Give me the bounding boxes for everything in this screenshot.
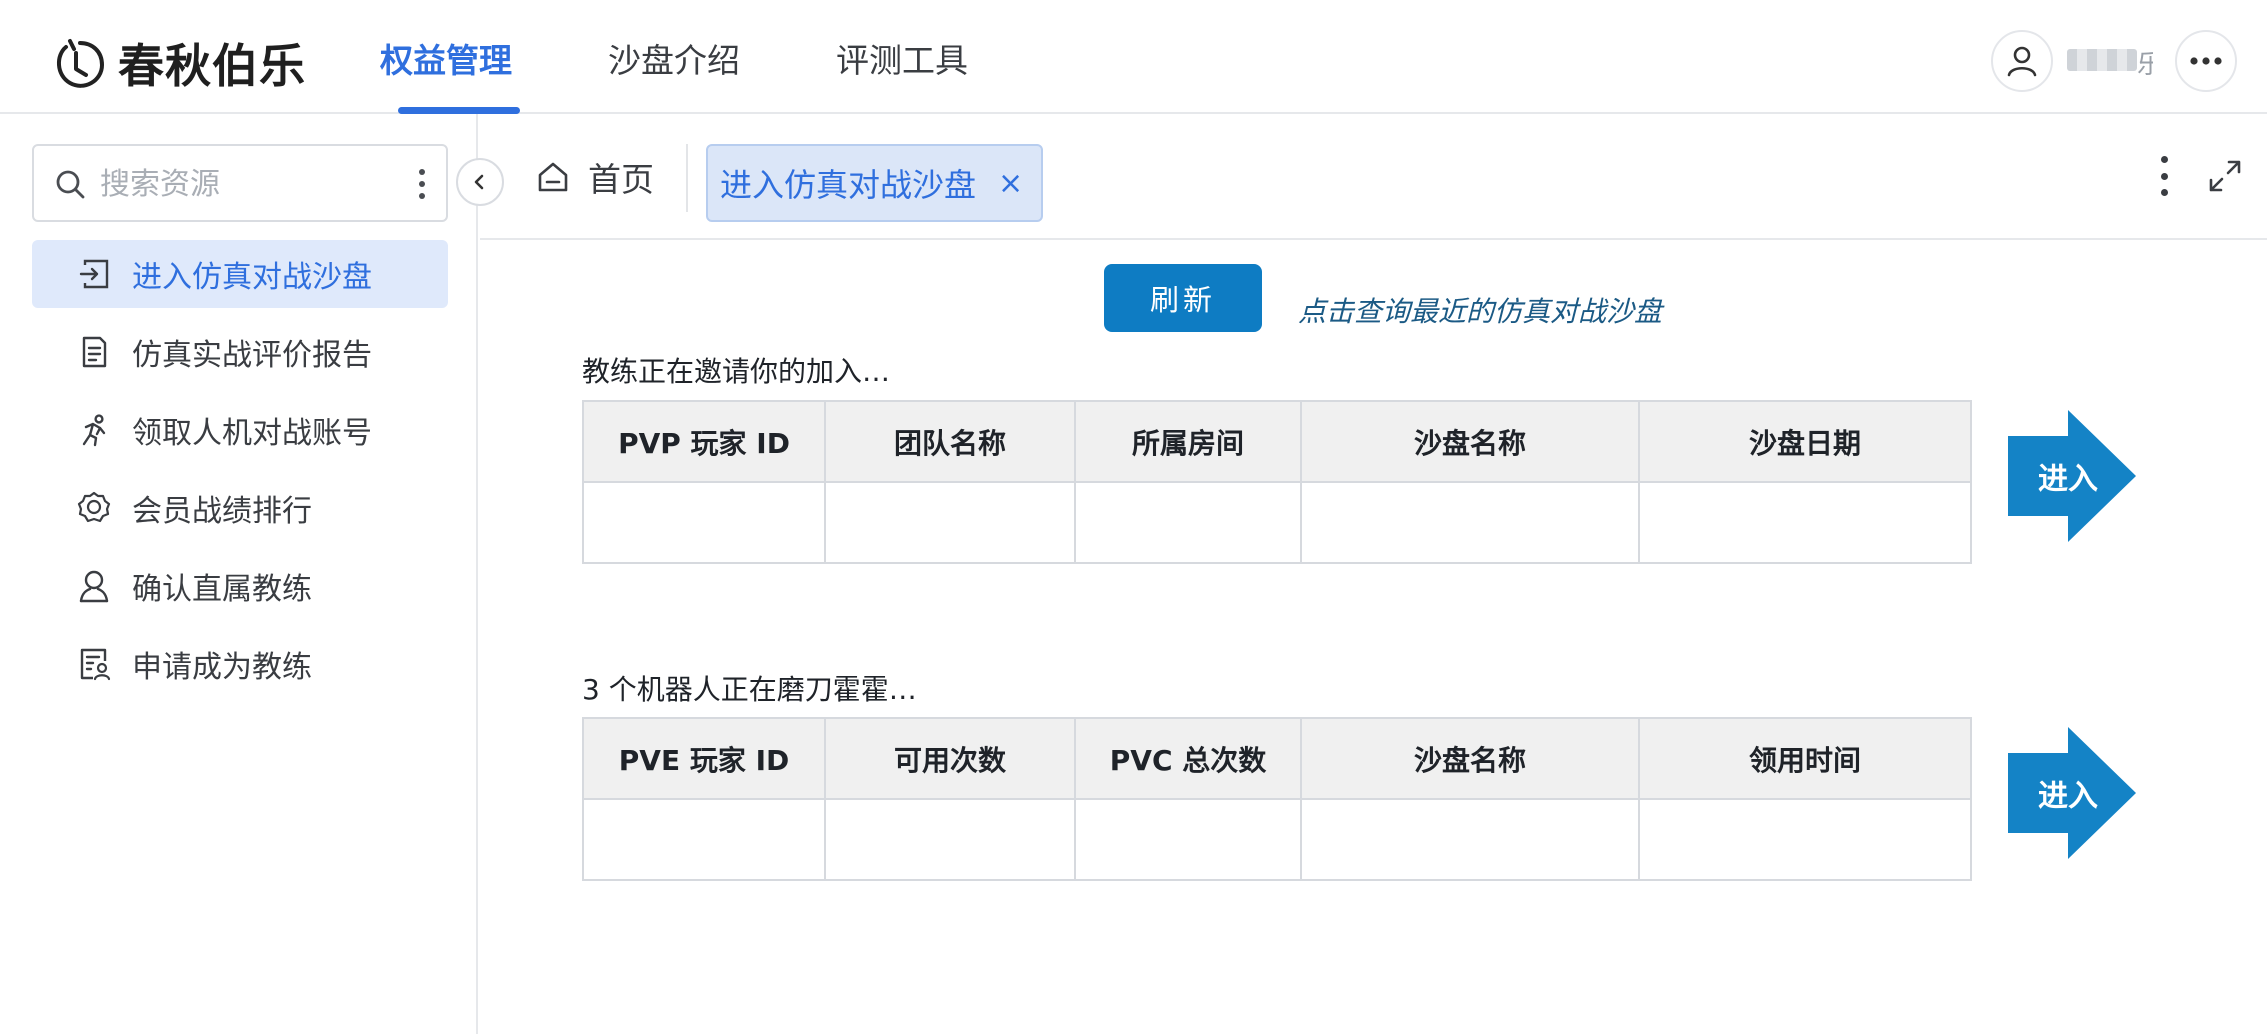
tab-label: 进入仿真对战沙盘 bbox=[720, 166, 977, 204]
collapse-sidebar-button[interactable] bbox=[456, 158, 504, 206]
fullscreen-icon[interactable] bbox=[2207, 158, 2243, 194]
top-bar: 春秋伯乐 权益管理 沙盘介绍 评测工具 乐 bbox=[0, 0, 2267, 114]
tab-enter-sandbox[interactable]: 进入仿真对战沙盘 × bbox=[706, 144, 1044, 222]
report-icon bbox=[76, 334, 112, 370]
chevron-left-icon bbox=[474, 174, 484, 190]
username-tail: 乐 bbox=[2137, 50, 2153, 76]
nav-item-sandbox-intro[interactable]: 沙盘介绍 bbox=[608, 0, 740, 114]
close-tab-icon[interactable]: × bbox=[998, 166, 1023, 201]
search-icon bbox=[56, 170, 85, 199]
column-header[interactable]: 团队名称 bbox=[824, 400, 1076, 483]
tab-home-label: 首页 bbox=[588, 160, 654, 199]
sidebar-item-label: 进入仿真对战沙盘 bbox=[132, 260, 372, 295]
sidebar-item-enter-sandbox[interactable]: 进入仿真对战沙盘 bbox=[32, 240, 448, 308]
sidebar-item-eval-report[interactable]: 仿真实战评价报告 bbox=[32, 318, 448, 386]
column-header[interactable]: 沙盘名称 bbox=[1300, 717, 1640, 800]
table-header-row: PVE 玩家 ID 可用次数 PVC 总次数 沙盘名称 领用时间 bbox=[582, 717, 1972, 800]
main-nav: 权益管理 沙盘介绍 评测工具 bbox=[380, 0, 1064, 114]
search-options-icon[interactable] bbox=[412, 162, 432, 206]
section-title-robots: 3 个机器人正在磨刀霍霍… bbox=[582, 673, 917, 706]
column-header[interactable]: PVE 玩家 ID bbox=[582, 717, 826, 800]
column-header[interactable]: 沙盘名称 bbox=[1300, 400, 1640, 483]
logo-text: 春秋伯乐 bbox=[118, 39, 306, 93]
sidebar-item-label: 仿真实战评价报告 bbox=[132, 338, 372, 373]
username[interactable]: 乐 bbox=[2067, 44, 2153, 76]
runner-icon bbox=[76, 412, 112, 448]
username-redacted bbox=[2067, 49, 2137, 71]
table-row[interactable] bbox=[582, 798, 1972, 881]
more-horizontal-icon bbox=[2190, 57, 2222, 65]
sidebar-menu: 进入仿真对战沙盘 仿真实战评价报告 领取人机对战账号 会员战绩排行 确认直属教练 bbox=[32, 240, 448, 708]
tab-more-icon[interactable] bbox=[2159, 156, 2169, 196]
enter-label: 进入 bbox=[2038, 779, 2098, 814]
nav-item-benefits[interactable]: 权益管理 bbox=[380, 0, 520, 114]
enter-pve-button[interactable]: 进入 bbox=[2008, 727, 2138, 859]
user-icon bbox=[76, 568, 112, 604]
column-header[interactable]: 领用时间 bbox=[1638, 717, 1972, 800]
enter-label: 进入 bbox=[2038, 462, 2098, 497]
enter-icon bbox=[76, 256, 112, 292]
sidebar-item-label: 申请成为教练 bbox=[132, 650, 312, 685]
tab-tools bbox=[2159, 156, 2243, 196]
robot-accounts-table: PVE 玩家 ID 可用次数 PVC 总次数 沙盘名称 领用时间 bbox=[582, 717, 1972, 881]
tab-home[interactable]: 首页 bbox=[536, 146, 654, 208]
search-input[interactable] bbox=[100, 162, 400, 206]
nav-item-eval-tools[interactable]: 评测工具 bbox=[836, 0, 968, 114]
sidebar-item-label: 确认直属教练 bbox=[132, 572, 312, 607]
sidebar-item-label: 领取人机对战账号 bbox=[132, 416, 372, 451]
table-cell bbox=[1638, 798, 1972, 881]
user-icon bbox=[2007, 46, 2037, 77]
table-cell bbox=[824, 798, 1076, 881]
tab-divider bbox=[686, 144, 688, 212]
table-header-row: PVP 玩家 ID 团队名称 所属房间 沙盘名称 沙盘日期 bbox=[582, 400, 1972, 483]
column-header[interactable]: 可用次数 bbox=[824, 717, 1076, 800]
table-cell bbox=[1638, 481, 1972, 564]
sidebar-item-confirm-coach[interactable]: 确认直属教练 bbox=[32, 552, 448, 620]
sidebar-item-ranking[interactable]: 会员战绩排行 bbox=[32, 474, 448, 542]
more-menu-button[interactable] bbox=[2175, 30, 2237, 92]
coach-invites-table: PVP 玩家 ID 团队名称 所属房间 沙盘名称 沙盘日期 bbox=[582, 400, 1972, 564]
search-box bbox=[32, 144, 448, 222]
table-row[interactable] bbox=[582, 481, 1972, 564]
sidebar: 进入仿真对战沙盘 仿真实战评价报告 领取人机对战账号 会员战绩排行 确认直属教练 bbox=[0, 114, 504, 1034]
refresh-button[interactable]: 刷新 bbox=[1104, 264, 1262, 332]
refresh-hint: 点击查询最近的仿真对战沙盘 bbox=[1298, 295, 1663, 328]
section-title-coach-invites: 教练正在邀请你的加入… bbox=[582, 355, 891, 388]
table-cell bbox=[1074, 481, 1302, 564]
table-cell bbox=[582, 798, 826, 881]
sidebar-item-claim-account[interactable]: 领取人机对战账号 bbox=[32, 396, 448, 464]
home-icon bbox=[538, 162, 568, 192]
table-cell bbox=[824, 481, 1076, 564]
column-header[interactable]: PVC 总次数 bbox=[1074, 717, 1302, 800]
apply-icon bbox=[76, 646, 112, 682]
logo-mark-icon bbox=[57, 39, 105, 88]
table-cell bbox=[1074, 798, 1302, 881]
sidebar-item-label: 会员战绩排行 bbox=[132, 494, 312, 529]
column-header[interactable]: PVP 玩家 ID bbox=[582, 400, 826, 483]
table-cell bbox=[1300, 481, 1640, 564]
table-cell bbox=[1300, 798, 1640, 881]
column-header[interactable]: 所属房间 bbox=[1074, 400, 1302, 483]
tab-bar: 首页 进入仿真对战沙盘 × bbox=[480, 114, 2267, 240]
enter-pvp-button[interactable]: 进入 bbox=[2008, 410, 2138, 542]
column-header[interactable]: 沙盘日期 bbox=[1638, 400, 1972, 483]
avatar[interactable] bbox=[1991, 30, 2053, 92]
award-icon bbox=[76, 490, 112, 526]
sidebar-item-apply-coach[interactable]: 申请成为教练 bbox=[32, 630, 448, 698]
table-cell bbox=[582, 481, 826, 564]
logo[interactable]: 春秋伯乐 bbox=[52, 30, 306, 96]
